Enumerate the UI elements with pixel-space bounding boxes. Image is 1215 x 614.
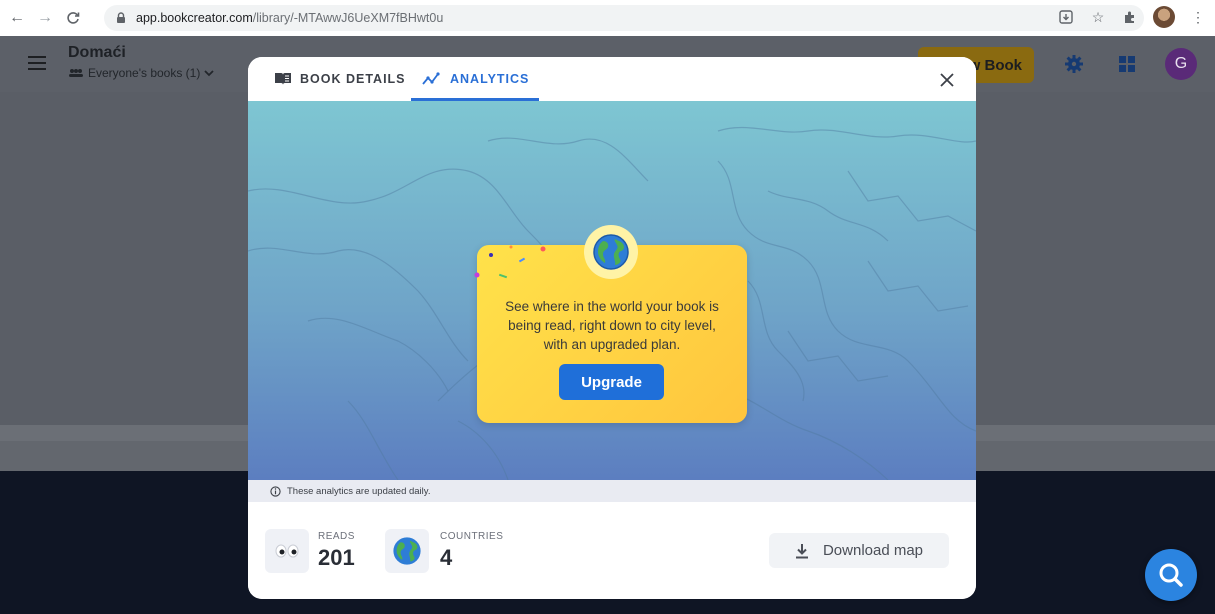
info-icon [270, 485, 281, 497]
reads-value: 201 [318, 545, 355, 570]
world-map: See where in the world your book is bein… [248, 101, 976, 480]
tab-book-details[interactable]: BOOK DETAILS [274, 57, 406, 101]
reads-label: READS [318, 531, 355, 542]
confetti-decoration [474, 245, 546, 279]
countries-value: 4 [440, 545, 453, 570]
analytics-info-bar: These analytics are updated daily. [248, 480, 976, 502]
upgrade-promo-card: See where in the world your book is bein… [474, 225, 747, 423]
install-app-icon[interactable] [1057, 8, 1075, 26]
chevron-down-icon [204, 70, 214, 77]
address-bar[interactable]: app.bookcreator.com/library/-MTAwwJ6UeXM… [104, 5, 1144, 31]
people-icon [69, 69, 83, 77]
user-avatar[interactable]: G [1165, 48, 1197, 80]
book-icon [275, 73, 291, 85]
tab-analytics-label: ANALYTICS [450, 72, 530, 86]
globe-icon [584, 225, 638, 279]
close-icon[interactable] [936, 69, 958, 91]
browser-menu-icon[interactable]: ⋮ [1189, 8, 1207, 26]
tab-book-details-label: BOOK DETAILS [300, 72, 406, 86]
countries-label: COUNTRIES [440, 531, 504, 542]
hamburger-menu-icon[interactable] [28, 56, 46, 70]
browser-profile-avatar[interactable] [1153, 6, 1175, 28]
search-fab-button[interactable] [1145, 549, 1197, 601]
download-map-label: Download map [822, 542, 924, 559]
analytics-info-text: These analytics are updated daily. [287, 485, 431, 497]
library-title: Domaći [68, 44, 126, 61]
book-analytics-dialog: BOOK DETAILS ANALYTICS See where in the … [248, 57, 976, 599]
back-arrow-icon[interactable]: ← [6, 7, 28, 29]
settings-gear-icon[interactable] [1064, 54, 1084, 74]
tab-analytics[interactable]: ANALYTICS [412, 57, 541, 101]
upgrade-promo-text: See where in the world your book is bein… [505, 299, 719, 352]
globe-icon [385, 529, 429, 573]
search-icon [1159, 563, 1183, 587]
browser-toolbar: ← → app.bookcreator.com/library/-MTAwwJ6… [0, 0, 1215, 36]
download-icon [795, 543, 808, 558]
forward-arrow-icon[interactable]: → [34, 7, 56, 29]
upgrade-button[interactable]: Upgrade [559, 364, 664, 400]
grid-apps-icon[interactable] [1117, 54, 1137, 74]
dialog-tabs: BOOK DETAILS ANALYTICS [248, 57, 976, 101]
url-host: app.bookcreator.com [136, 11, 253, 25]
analytics-icon [422, 72, 440, 85]
url-path: /library/-MTAwwJ6UeXM7fBHwt0u [252, 11, 444, 25]
bookmark-star-icon[interactable]: ☆ [1089, 8, 1107, 26]
library-sharing-dropdown[interactable]: Everyone's books (1) [68, 66, 214, 80]
lock-icon [117, 12, 125, 23]
library-subtitle: Everyone's books (1) [88, 66, 201, 80]
analytics-stats: READS 201 COUNTRIES 4 Download map [248, 502, 976, 599]
download-map-button[interactable]: Download map [769, 533, 949, 568]
extensions-puzzle-icon[interactable] [1121, 8, 1139, 26]
eyes-icon [265, 529, 309, 573]
reload-icon[interactable] [62, 7, 84, 29]
